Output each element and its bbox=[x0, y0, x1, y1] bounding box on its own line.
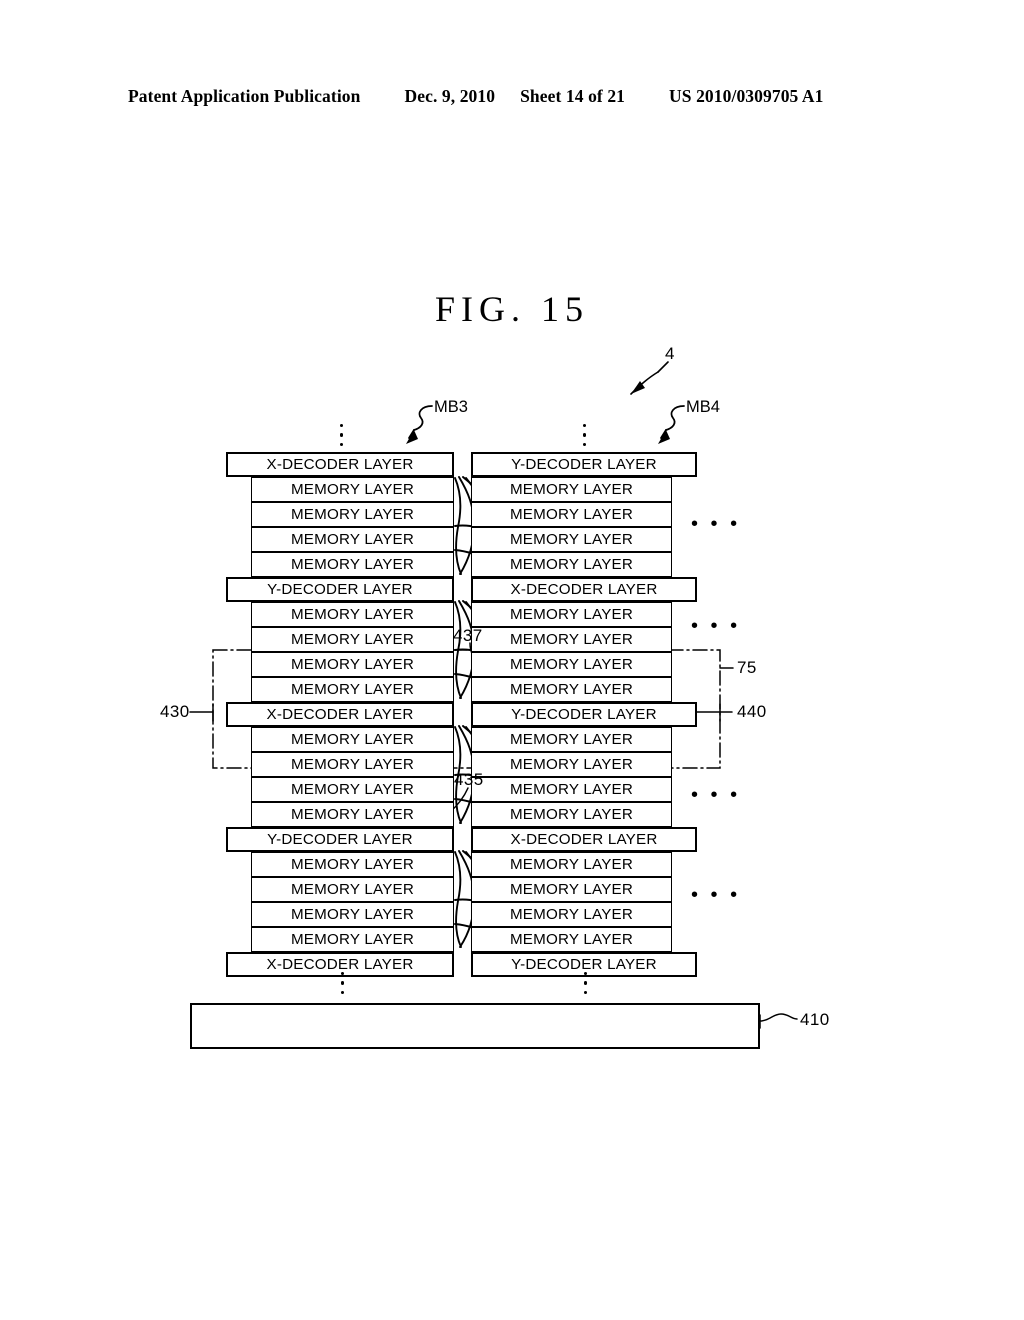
left-stack-y-decoder-layer: Y-DECODER LAYER bbox=[226, 577, 454, 602]
right-stack-memory-layer: MEMORY LAYER bbox=[471, 752, 672, 777]
ref-label-440: 440 bbox=[737, 702, 767, 721]
right-stack-memory-layer: MEMORY LAYER bbox=[471, 727, 672, 752]
left-stack-memory-layer: MEMORY LAYER bbox=[251, 677, 454, 702]
right-stack-memory-layer: MEMORY LAYER bbox=[471, 527, 672, 552]
left-stack-x-decoder-layer: X-DECODER LAYER bbox=[226, 702, 454, 727]
right-stack-memory-layer: MEMORY LAYER bbox=[471, 927, 672, 952]
ellipsis-bottom-right bbox=[583, 972, 588, 994]
right-stack-memory-layer: MEMORY LAYER bbox=[471, 852, 672, 877]
left-stack-memory-layer: MEMORY LAYER bbox=[251, 927, 454, 952]
left-stack-memory-layer: MEMORY LAYER bbox=[251, 852, 454, 877]
right-stack-memory-layer: MEMORY LAYER bbox=[471, 777, 672, 802]
ref-label-430: 430 bbox=[160, 702, 190, 721]
left-stack-memory-layer: MEMORY LAYER bbox=[251, 527, 454, 552]
right-stack-x-decoder-layer: X-DECODER LAYER bbox=[471, 827, 697, 852]
right-stack-memory-layer: MEMORY LAYER bbox=[471, 902, 672, 927]
patent-number: US 2010/0309705 A1 bbox=[669, 86, 824, 106]
right-stack-memory-layer: MEMORY LAYER bbox=[471, 602, 672, 627]
ref-label-437: 437 bbox=[453, 626, 483, 645]
right-stack-memory-layer: MEMORY LAYER bbox=[471, 502, 672, 527]
ellipsis-right-group-2: • • • bbox=[691, 615, 741, 637]
left-stack-memory-layer: MEMORY LAYER bbox=[251, 777, 454, 802]
left-stack-memory-layer: MEMORY LAYER bbox=[251, 627, 454, 652]
block-label-mb3: MB3 bbox=[434, 398, 468, 416]
publication-title: Patent Application Publication bbox=[128, 86, 361, 106]
left-stack-memory-layer: MEMORY LAYER bbox=[251, 602, 454, 627]
substrate-block bbox=[190, 1003, 760, 1049]
ellipsis-bottom-left bbox=[340, 972, 345, 994]
ellipsis-top-left bbox=[339, 424, 344, 446]
left-stack-memory-layer: MEMORY LAYER bbox=[251, 752, 454, 777]
ref-label-435: 435 bbox=[454, 770, 484, 789]
right-stack-memory-layer: MEMORY LAYER bbox=[471, 802, 672, 827]
patent-header: Patent Application Publication Dec. 9, 2… bbox=[128, 86, 896, 114]
right-stack-memory-layer: MEMORY LAYER bbox=[471, 652, 672, 677]
right-stack-memory-layer: MEMORY LAYER bbox=[471, 677, 672, 702]
ref-label-device-4: 4 bbox=[665, 344, 675, 363]
right-stack-memory-layer: MEMORY LAYER bbox=[471, 552, 672, 577]
ellipsis-right-group-4: • • • bbox=[691, 884, 741, 906]
left-stack-x-decoder-layer: X-DECODER LAYER bbox=[226, 452, 454, 477]
right-stack-memory-layer: MEMORY LAYER bbox=[471, 477, 672, 502]
right-stack-x-decoder-layer: X-DECODER LAYER bbox=[471, 577, 697, 602]
ellipsis-top-right bbox=[582, 424, 587, 446]
left-stack-memory-layer: MEMORY LAYER bbox=[251, 502, 454, 527]
left-stack-memory-layer: MEMORY LAYER bbox=[251, 652, 454, 677]
right-stack-y-decoder-layer: Y-DECODER LAYER bbox=[471, 452, 697, 477]
ref-label-410: 410 bbox=[800, 1010, 830, 1029]
left-stack-y-decoder-layer: Y-DECODER LAYER bbox=[226, 827, 454, 852]
left-stack-memory-layer: MEMORY LAYER bbox=[251, 902, 454, 927]
left-stack-memory-layer: MEMORY LAYER bbox=[251, 877, 454, 902]
block-label-mb4: MB4 bbox=[686, 398, 720, 416]
sheet-number: Sheet 14 of 21 bbox=[520, 86, 626, 106]
right-stack-y-decoder-layer: Y-DECODER LAYER bbox=[471, 702, 697, 727]
left-stack-memory-layer: MEMORY LAYER bbox=[251, 802, 454, 827]
ref-label-75: 75 bbox=[737, 658, 757, 677]
publication-date: Dec. 9, 2010 bbox=[404, 86, 496, 106]
right-stack-memory-layer: MEMORY LAYER bbox=[471, 877, 672, 902]
figure-title: FIG. 15 bbox=[434, 289, 589, 329]
right-stack-memory-layer: MEMORY LAYER bbox=[471, 627, 672, 652]
left-stack-memory-layer: MEMORY LAYER bbox=[251, 727, 454, 752]
ellipsis-right-group-1: • • • bbox=[691, 513, 741, 535]
left-stack-memory-layer: MEMORY LAYER bbox=[251, 477, 454, 502]
left-stack-memory-layer: MEMORY LAYER bbox=[251, 552, 454, 577]
ellipsis-right-group-3: • • • bbox=[691, 784, 741, 806]
